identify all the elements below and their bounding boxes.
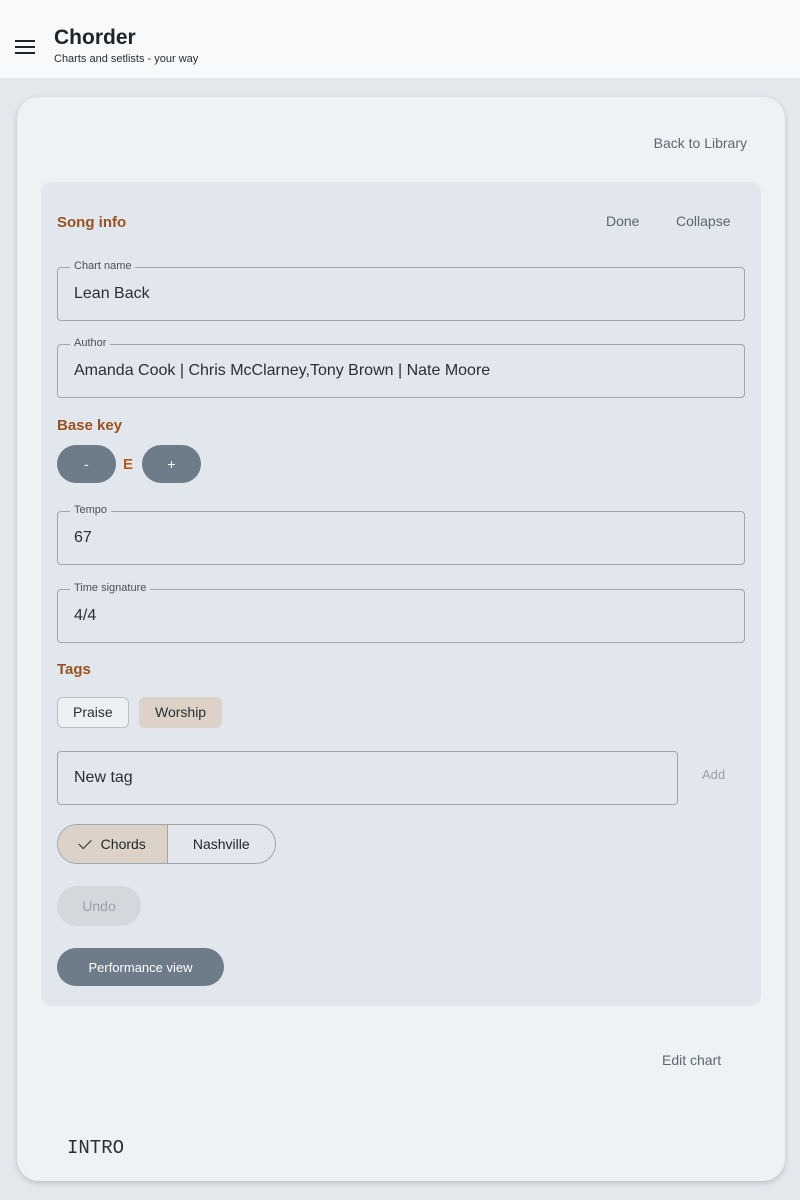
tempo-label: Tempo <box>70 504 112 516</box>
done-button[interactable]: Done <box>606 213 639 229</box>
tag-chip-worship[interactable]: Worship <box>139 697 223 728</box>
author-field[interactable]: Author <box>57 337 745 398</box>
notation-toggle: Chords Nashville <box>57 824 276 864</box>
tag-chip-praise[interactable]: Praise <box>57 697 129 728</box>
base-key-value: E <box>123 456 134 473</box>
notation-option-chords[interactable]: Chords <box>58 825 168 863</box>
chart-name-label: Chart name <box>70 260 136 272</box>
chart-section-intro: INTRO <box>67 1137 125 1159</box>
time-signature-input[interactable] <box>74 607 724 625</box>
menu-icon[interactable] <box>15 40 35 54</box>
app-subtitle: Charts and setlists - your way <box>54 53 199 65</box>
notation-option-nashville[interactable]: Nashville <box>168 825 276 863</box>
app-bar: Chorder Charts and setlists - your way <box>0 0 800 78</box>
new-tag-field[interactable] <box>57 751 678 805</box>
chords-label: Chords <box>100 836 146 852</box>
chart-card: Back to Library Song info Done Collapse … <box>17 97 785 1181</box>
key-down-button[interactable]: - <box>57 445 116 483</box>
collapse-button[interactable]: Collapse <box>676 213 730 229</box>
chart-name-field[interactable]: Chart name <box>57 260 745 321</box>
time-signature-field[interactable]: Time signature <box>57 582 745 643</box>
edit-chart-button[interactable]: Edit chart <box>662 1052 721 1068</box>
song-info-title: Song info <box>57 214 127 231</box>
add-tag-button[interactable]: Add <box>702 767 725 782</box>
author-input[interactable] <box>74 362 724 380</box>
nashville-label: Nashville <box>192 836 250 852</box>
back-to-library-button[interactable]: Back to Library <box>654 135 747 151</box>
undo-button[interactable]: Undo <box>57 886 141 926</box>
time-signature-label: Time signature <box>70 582 151 594</box>
tempo-field[interactable]: Tempo <box>57 504 745 565</box>
key-up-button[interactable]: + <box>142 445 201 483</box>
chart-name-input[interactable] <box>74 285 724 303</box>
new-tag-input[interactable] <box>74 769 654 787</box>
tempo-input[interactable] <box>74 529 724 547</box>
app-title: Chorder <box>54 26 136 49</box>
base-key-title: Base key <box>57 417 123 434</box>
author-label: Author <box>70 337 111 349</box>
performance-view-button[interactable]: Performance view <box>57 948 224 986</box>
tags-title: Tags <box>57 661 91 678</box>
song-info-panel: Song info Done Collapse Chart name Autho… <box>41 182 761 1006</box>
check-icon <box>77 835 92 849</box>
